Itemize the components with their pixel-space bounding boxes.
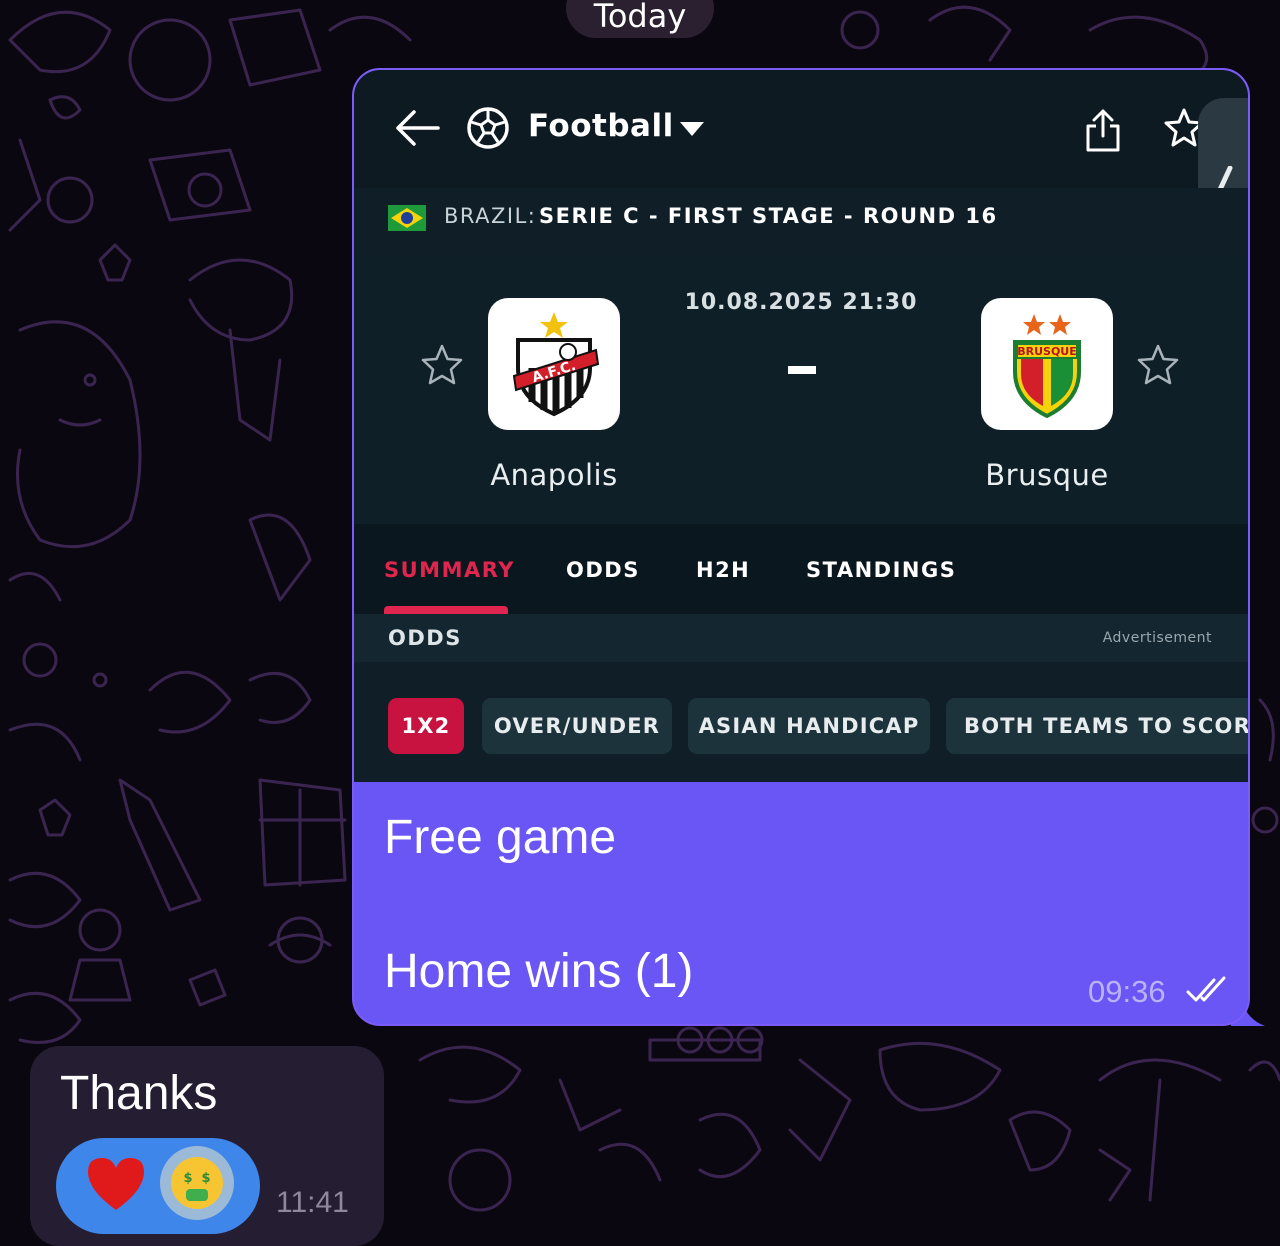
- chip-asian-handicap[interactable]: ASIAN HANDICAP: [688, 698, 930, 754]
- odds-section-header: ODDS Advertisement: [354, 614, 1248, 662]
- tab-standings[interactable]: STANDINGS: [806, 558, 956, 582]
- match-datetime: 10.08.2025 21:30: [684, 290, 918, 315]
- attached-screenshot[interactable]: Football BRAZIL: SERIE C - FIRST STAGE -…: [354, 70, 1248, 782]
- red-heart-icon[interactable]: [86, 1156, 146, 1212]
- brusque-crest-icon: BRUSQUE: [1013, 314, 1081, 419]
- outgoing-message-bubble[interactable]: Football BRAZIL: SERIE C - FIRST STAGE -…: [352, 68, 1250, 1026]
- home-team-logo[interactable]: A.F.C.: [488, 298, 620, 430]
- svg-text:$: $: [183, 1171, 192, 1186]
- message-reactions[interactable]: $ $: [56, 1138, 260, 1234]
- soccer-ball-icon: [467, 107, 509, 149]
- caret-down-icon[interactable]: [680, 122, 704, 136]
- active-tab-indicator: [384, 606, 508, 614]
- chip-both-teams-to-score[interactable]: BOTH TEAMS TO SCORE: [946, 698, 1248, 754]
- chip-over-under[interactable]: OVER/UNDER: [482, 698, 672, 754]
- message-text: Thanks: [60, 1067, 218, 1120]
- home-team-name[interactable]: Anapolis: [434, 458, 674, 492]
- app-top-bar: Football: [354, 70, 1248, 293]
- svg-text:$: $: [201, 1171, 210, 1186]
- league-name: SERIE C - FIRST STAGE - ROUND 16: [539, 204, 998, 228]
- anapolis-crest-icon: A.F.C.: [512, 312, 600, 417]
- away-team-name[interactable]: Brusque: [927, 458, 1167, 492]
- league-country: BRAZIL:: [444, 204, 537, 228]
- money-mouth-face-icon[interactable]: $ $: [160, 1146, 234, 1220]
- tab-summary[interactable]: SUMMARY: [384, 558, 515, 582]
- message-line: Home wins (1): [384, 945, 694, 998]
- advertisement-label: Advertisement: [1102, 630, 1212, 646]
- svg-text:BRUSQUE: BRUSQUE: [1017, 345, 1077, 358]
- league-row[interactable]: BRAZIL: SERIE C - FIRST STAGE - ROUND 16: [354, 188, 1248, 259]
- match-header: A.F.C. Anapolis 10.08.2025 21:30 BRUSQUE: [354, 258, 1248, 524]
- double-check-icon: [1186, 976, 1226, 1002]
- match-tabs: SUMMARY ODDS H2H STANDINGS: [354, 524, 1248, 614]
- star-outline-icon[interactable]: [420, 343, 464, 387]
- tab-h2h[interactable]: H2H: [696, 558, 750, 582]
- tab-odds[interactable]: ODDS: [566, 558, 640, 582]
- back-arrow-icon[interactable]: [394, 108, 440, 148]
- date-separator: Today: [566, 0, 714, 38]
- message-timestamp: 11:41: [276, 1186, 349, 1219]
- sport-selector-label[interactable]: Football: [528, 108, 674, 144]
- brazil-flag-icon: [388, 205, 426, 231]
- odds-section-title: ODDS: [388, 626, 462, 650]
- chip-1x2[interactable]: 1X2: [388, 698, 464, 754]
- incoming-message-bubble[interactable]: Thanks $ $ 11:41: [30, 1046, 384, 1246]
- star-outline-icon[interactable]: [1136, 343, 1180, 387]
- away-team-logo[interactable]: BRUSQUE: [981, 298, 1113, 430]
- score-placeholder: [788, 366, 816, 374]
- odds-market-chips: 1X2 OVER/UNDER ASIAN HANDICAP BOTH TEAMS…: [354, 662, 1248, 782]
- message-timestamp: 09:36: [1088, 974, 1166, 1009]
- share-icon[interactable]: [1084, 108, 1122, 152]
- message-line: Free game: [384, 811, 617, 864]
